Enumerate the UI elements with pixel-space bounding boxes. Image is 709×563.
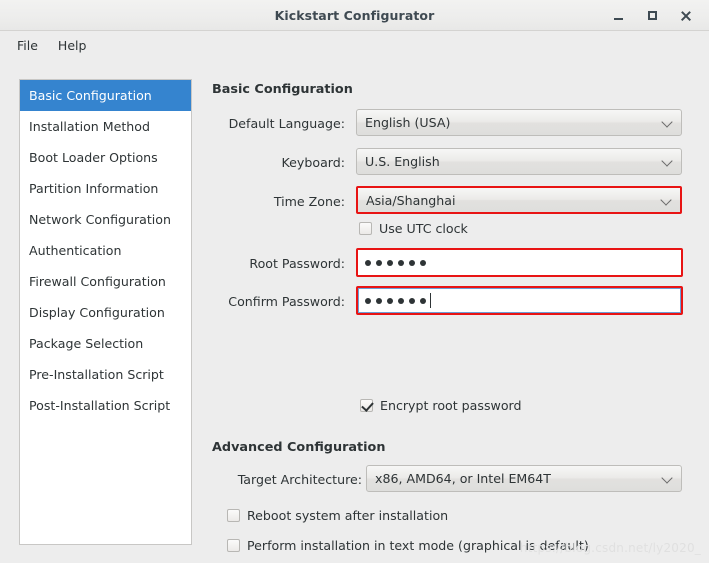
application-window: Kickstart Configurator File Help Basic C… [0,0,709,563]
sidebar-item-display-configuration[interactable]: Display Configuration [20,297,191,328]
watermark-text: https://blog.csdn.net/ly2020_ [519,541,701,555]
sidebar-item-pre-installation-script[interactable]: Pre-Installation Script [20,359,191,390]
title-bar: Kickstart Configurator [0,0,709,31]
confirm-password-masked-value [365,297,426,304]
minimize-button[interactable] [601,0,635,31]
sidebar-item-package-selection[interactable]: Package Selection [20,328,191,359]
body-area: Basic Configuration Installation Method … [0,60,709,563]
encrypt-root-password-label: Encrypt root password [380,398,522,413]
default-language-label: Default Language: [228,116,345,131]
use-utc-clock-checkbox[interactable] [359,222,372,235]
main-panel: Basic Configuration Default Language: En… [211,60,709,563]
time-zone-dropdown[interactable]: Asia/Shanghai [356,186,682,214]
menu-bar: File Help [0,31,709,60]
text-mode-install-checkbox[interactable] [227,539,240,552]
menu-item-file[interactable]: File [8,34,47,57]
keyboard-label: Keyboard: [281,155,345,170]
target-architecture-label: Target Architecture: [237,472,362,487]
target-architecture-value: x86, AMD64, or Intel EM64T [375,471,552,486]
window-title: Kickstart Configurator [274,7,435,23]
encrypt-root-password-checkbox-row[interactable]: Encrypt root password [360,398,521,413]
sidebar-item-installation-method[interactable]: Installation Method [20,111,191,142]
sidebar-item-network-configuration[interactable]: Network Configuration [20,204,191,235]
use-utc-clock-label: Use UTC clock [379,221,468,236]
sidebar-item-authentication[interactable]: Authentication [20,235,191,266]
confirm-password-label: Confirm Password: [228,294,345,309]
sidebar: Basic Configuration Installation Method … [19,79,192,545]
window-controls [601,0,703,31]
minimize-icon [613,18,623,20]
chevron-down-icon [662,117,673,128]
maximize-icon [647,11,657,20]
reboot-after-install-checkbox-row[interactable]: Reboot system after installation [227,508,448,523]
root-password-label: Root Password: [249,256,345,271]
close-icon [680,10,692,22]
basic-configuration-heading: Basic Configuration [212,82,353,97]
keyboard-dropdown[interactable]: U.S. English [356,148,682,175]
use-utc-clock-checkbox-row[interactable]: Use UTC clock [359,221,468,236]
default-language-dropdown[interactable]: English (USA) [356,109,682,136]
chevron-down-icon [661,195,672,206]
root-password-field[interactable] [356,248,683,277]
encrypt-root-password-checkbox[interactable] [360,399,373,412]
default-language-value: English (USA) [365,115,451,130]
advanced-configuration-heading: Advanced Configuration [212,440,386,455]
sidebar-item-post-installation-script[interactable]: Post-Installation Script [20,390,191,421]
time-zone-value: Asia/Shanghai [366,192,456,208]
maximize-button[interactable] [635,0,669,31]
sidebar-item-boot-loader-options[interactable]: Boot Loader Options [20,142,191,173]
sidebar-item-firewall-configuration[interactable]: Firewall Configuration [20,266,191,297]
menu-item-help[interactable]: Help [49,34,96,57]
root-password-masked-value [365,259,426,266]
sidebar-item-basic-configuration[interactable]: Basic Configuration [20,80,191,111]
keyboard-value: U.S. English [365,154,440,169]
text-cursor [430,293,431,308]
reboot-after-install-label: Reboot system after installation [247,508,449,523]
sidebar-item-partition-information[interactable]: Partition Information [20,173,191,204]
chevron-down-icon [662,473,673,484]
target-architecture-dropdown[interactable]: x86, AMD64, or Intel EM64T [366,465,682,492]
reboot-after-install-checkbox[interactable] [227,509,240,522]
close-button[interactable] [669,0,703,31]
confirm-password-field[interactable] [356,286,683,315]
chevron-down-icon [662,156,673,167]
time-zone-label: Time Zone: [273,194,345,209]
